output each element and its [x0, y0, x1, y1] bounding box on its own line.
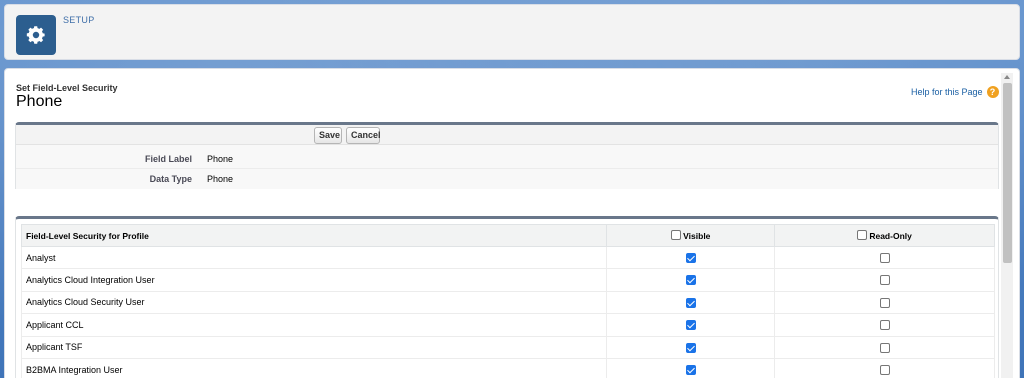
field-level-security-block: Field-Level Security for Profile Visible…: [15, 216, 999, 378]
detail-row-data-type: Data Type Phone: [16, 169, 998, 189]
setup-tile[interactable]: [16, 15, 56, 55]
visible-checkbox[interactable]: [685, 320, 696, 331]
read-only-checkbox[interactable]: [879, 364, 890, 375]
detail-value: Phone: [207, 174, 234, 184]
detail-block: Save Cancel Field Label Phone Data Type …: [15, 122, 999, 189]
button-row: Save Cancel: [16, 125, 998, 145]
help-link[interactable]: Help for this Page ?: [911, 86, 999, 98]
table-row: Analyst: [20, 245, 995, 270]
column-header-visible-label: Visible: [683, 231, 711, 241]
visible-cell: [606, 335, 776, 359]
read-only-all-checkbox[interactable]: [857, 230, 868, 240]
help-link-label: Help for this Page: [911, 87, 983, 97]
setup-label[interactable]: SETUP: [63, 15, 95, 25]
table-row: B2BMA Integration User: [20, 357, 995, 378]
read-only-checkbox[interactable]: [879, 253, 890, 263]
profile-name: Analytics Cloud Security User: [20, 290, 608, 315]
page-title: Phone: [16, 93, 63, 110]
table-row: Applicant CCL: [20, 313, 995, 337]
table-row: Applicant TSF: [20, 335, 995, 359]
column-header-read-only-label: Read-Only: [869, 231, 912, 241]
column-header-visible: Visible: [606, 224, 776, 247]
read-only-cell: [774, 290, 995, 315]
read-only-cell: [774, 357, 995, 378]
detail-label: Data Type: [149, 174, 192, 184]
visible-all-checkbox[interactable]: [671, 230, 682, 240]
visible-cell: [606, 290, 776, 315]
read-only-cell: [774, 245, 995, 270]
page-subtitle: Set Field-Level Security: [16, 83, 118, 93]
read-only-checkbox[interactable]: [879, 342, 890, 353]
visible-cell: [606, 268, 776, 292]
table-header-row: Field-Level Security for Profile Visible…: [20, 224, 995, 247]
profile-name: Applicant TSF: [20, 335, 608, 359]
read-only-cell: [774, 313, 995, 337]
read-only-checkbox[interactable]: [879, 275, 890, 286]
profile-name: Analytics Cloud Integration User: [20, 268, 608, 292]
visible-checkbox[interactable]: [685, 253, 696, 263]
read-only-checkbox[interactable]: [879, 297, 890, 308]
cancel-button[interactable]: Cancel: [346, 127, 381, 144]
visible-checkbox[interactable]: [685, 297, 696, 308]
column-header-profile: Field-Level Security for Profile: [20, 224, 608, 247]
scroll-up-arrow-icon[interactable]: [1004, 75, 1010, 79]
visible-checkbox[interactable]: [685, 275, 696, 286]
visible-checkbox[interactable]: [685, 342, 696, 353]
detail-value: Phone: [207, 154, 234, 164]
visible-cell: [606, 313, 776, 337]
detail-label: Field Label: [144, 154, 192, 164]
read-only-checkbox[interactable]: [879, 320, 890, 331]
help-icon[interactable]: ?: [986, 86, 999, 98]
save-button[interactable]: Save: [314, 127, 342, 144]
table-row: Analytics Cloud Security User: [20, 290, 995, 315]
fls-table-body: Analyst Analytics Cloud Integration User A…: [20, 245, 995, 378]
visible-checkbox[interactable]: [685, 364, 696, 375]
profile-name: Applicant CCL: [20, 313, 608, 337]
setup-header: SETUP: [4, 4, 1020, 60]
scrollbar-thumb[interactable]: [1003, 83, 1012, 263]
profile-name: Analyst: [20, 245, 608, 270]
column-header-read-only: Read-Only: [774, 224, 995, 247]
page-panel: Set Field-Level Security Phone Help for …: [4, 68, 1020, 378]
profile-name: B2BMA Integration User: [20, 357, 608, 378]
visible-cell: [606, 357, 776, 378]
table-row: Analytics Cloud Integration User: [20, 268, 995, 292]
detail-row-field-label: Field Label Phone: [16, 149, 998, 169]
gear-icon: [26, 26, 45, 44]
visible-cell: [606, 245, 776, 270]
read-only-cell: [774, 268, 995, 292]
fls-table: Field-Level Security for Profile Visible…: [20, 224, 995, 378]
read-only-cell: [774, 335, 995, 359]
